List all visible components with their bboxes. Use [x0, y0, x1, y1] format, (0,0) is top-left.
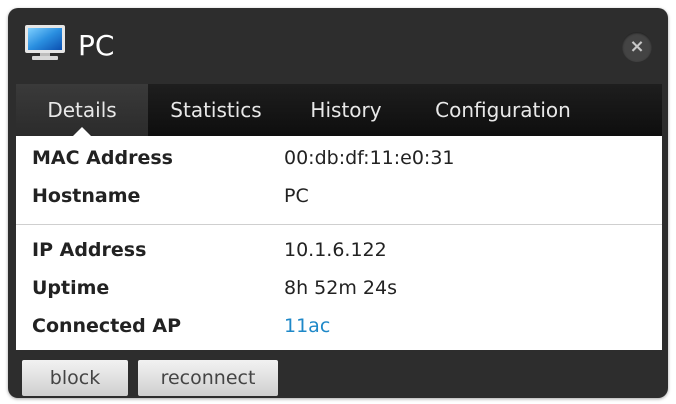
detail-row-hostname: Hostname PC: [16, 178, 662, 214]
active-tab-caret-icon: [73, 127, 91, 136]
tab-label: History: [310, 98, 382, 122]
detail-label: Uptime: [32, 277, 110, 299]
detail-label: Hostname: [32, 185, 141, 207]
detail-label: MAC Address: [32, 147, 173, 169]
detail-value: 8h 52m 24s: [284, 277, 397, 299]
detail-row-mac-address: MAC Address 00:db:df:11:e0:31: [16, 140, 662, 176]
detail-row-connected-ap: Connected AP 11ac: [16, 308, 662, 344]
page-title: PC: [78, 29, 115, 62]
detail-row-ip-address: IP Address 10.1.6.122: [16, 232, 662, 268]
detail-label: IP Address: [32, 239, 147, 261]
tab-statistics[interactable]: Statistics: [148, 84, 284, 136]
section-divider: [16, 224, 662, 225]
detail-value: 10.1.6.122: [284, 239, 387, 261]
tab-details[interactable]: Details: [16, 84, 148, 136]
tab-bar: Details Statistics History Configuration: [16, 84, 662, 136]
client-details-panel: PC × Details Statistics History Configur…: [8, 8, 668, 398]
tab-label: Details: [47, 98, 117, 122]
details-table: MAC Address 00:db:df:11:e0:31 Hostname P…: [16, 136, 662, 350]
panel-header: PC ×: [8, 8, 668, 80]
detail-value: 00:db:df:11:e0:31: [284, 147, 455, 169]
detail-value: PC: [284, 185, 309, 207]
tab-history[interactable]: History: [284, 84, 408, 136]
detail-row-uptime: Uptime 8h 52m 24s: [16, 270, 662, 306]
tab-label: Statistics: [170, 98, 262, 122]
reconnect-button[interactable]: reconnect: [138, 360, 278, 396]
close-icon[interactable]: ×: [622, 32, 652, 62]
detail-label: Connected AP: [32, 315, 182, 337]
connected-ap-link[interactable]: 11ac: [284, 308, 330, 344]
action-bar: block reconnect: [8, 350, 668, 398]
tab-label: Configuration: [435, 98, 571, 122]
tab-configuration[interactable]: Configuration: [408, 84, 598, 136]
computer-monitor-icon: [24, 24, 66, 62]
block-button[interactable]: block: [22, 360, 128, 396]
